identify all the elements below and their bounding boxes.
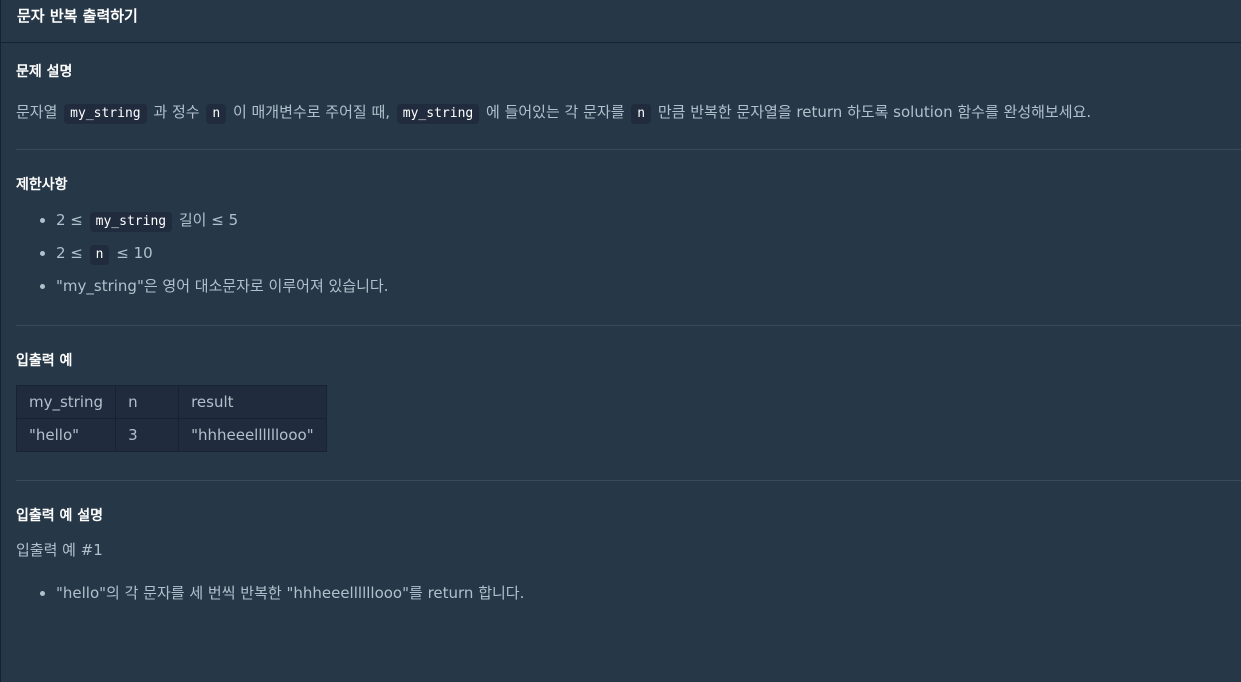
inline-code: n — [206, 104, 227, 124]
table-header-cell: my_string — [15, 385, 117, 419]
list-item: "my_string"은 영어 대소문자로 이루어져 있습니다. — [56, 275, 1241, 298]
description-text: 문자열 my_string 과 정수 n 이 매개변수로 주어질 때, my_s… — [16, 100, 1241, 124]
examples-table: my_string n result "hello" 3 "hhheeellll… — [15, 385, 327, 452]
table-header-row: my_string n result — [15, 385, 327, 419]
page-title: 문자 반복 출력하기 — [17, 7, 138, 25]
table-header-cell: n — [115, 385, 180, 419]
examples-heading: 입출력 예 — [16, 353, 73, 369]
description-text-part: 만큼 반복한 문자열을 return 하도록 solution 함수를 완성해보… — [653, 103, 1092, 121]
constraints-section: 제한사항 2 ≤ my_string 길이 ≤ 5 2 ≤ n ≤ 10 "my… — [16, 150, 1241, 326]
explanation-list: "hello"의 각 문자를 세 번씩 반복한 "hhheeellllllooo… — [16, 582, 1241, 605]
description-heading: 문제 설명 — [16, 64, 73, 80]
description-text-part: 과 정수 — [148, 103, 205, 121]
table-row: "hello" 3 "hhheeellllllooo" — [15, 418, 327, 452]
inline-code: my_string — [64, 104, 147, 124]
constraint-post: 길이 ≤ 5 — [174, 211, 239, 229]
inline-code: n — [89, 245, 110, 265]
explanation-heading: 입출력 예 설명 — [16, 508, 104, 524]
description-section: 문제 설명 문자열 my_string 과 정수 n 이 매개변수로 주어질 때… — [16, 43, 1241, 150]
table-header-cell: result — [178, 385, 327, 419]
table-cell: "hello" — [15, 418, 117, 452]
examples-section: 입출력 예 my_string n result "hello" 3 "hhhe… — [15, 326, 1241, 481]
description-text-part: 이 매개변수로 주어질 때, — [228, 103, 395, 121]
description-text-part: 에 들어있는 각 문자를 — [481, 103, 630, 121]
constraints-list: 2 ≤ my_string 길이 ≤ 5 2 ≤ n ≤ 10 "my_stri… — [16, 209, 1241, 298]
list-item: "hello"의 각 문자를 세 번씩 반복한 "hhheeellllllooo… — [56, 582, 1241, 605]
inline-code: my_string — [396, 104, 480, 124]
description-text-part: 문자열 — [16, 103, 63, 121]
explanation-subheading: 입출력 예 #1 — [16, 541, 103, 559]
constraint-post: ≤ 10 — [111, 244, 153, 262]
constraint-pre: 2 ≤ — [56, 244, 88, 262]
explanation-section: 입출력 예 설명 입출력 예 #1 "hello"의 각 문자를 세 번씩 반복… — [16, 481, 1241, 605]
constraint-text: "my_string"은 영어 대소문자로 이루어져 있습니다. — [56, 277, 389, 295]
table-cell: "hhheeellllllooo" — [178, 418, 327, 452]
inline-code: n — [631, 104, 652, 124]
list-item: 2 ≤ n ≤ 10 — [56, 242, 1241, 265]
table-cell: 3 — [115, 418, 180, 452]
title-bar: 문자 반복 출력하기 — [1, 0, 1241, 43]
list-item: 2 ≤ my_string 길이 ≤ 5 — [56, 209, 1241, 232]
problem-content: 문제 설명 문자열 my_string 과 정수 n 이 매개변수로 주어질 때… — [1, 43, 1241, 605]
constraint-pre: 2 ≤ — [56, 211, 88, 229]
inline-code: my_string — [89, 212, 173, 232]
constraints-heading: 제한사항 — [16, 177, 68, 193]
